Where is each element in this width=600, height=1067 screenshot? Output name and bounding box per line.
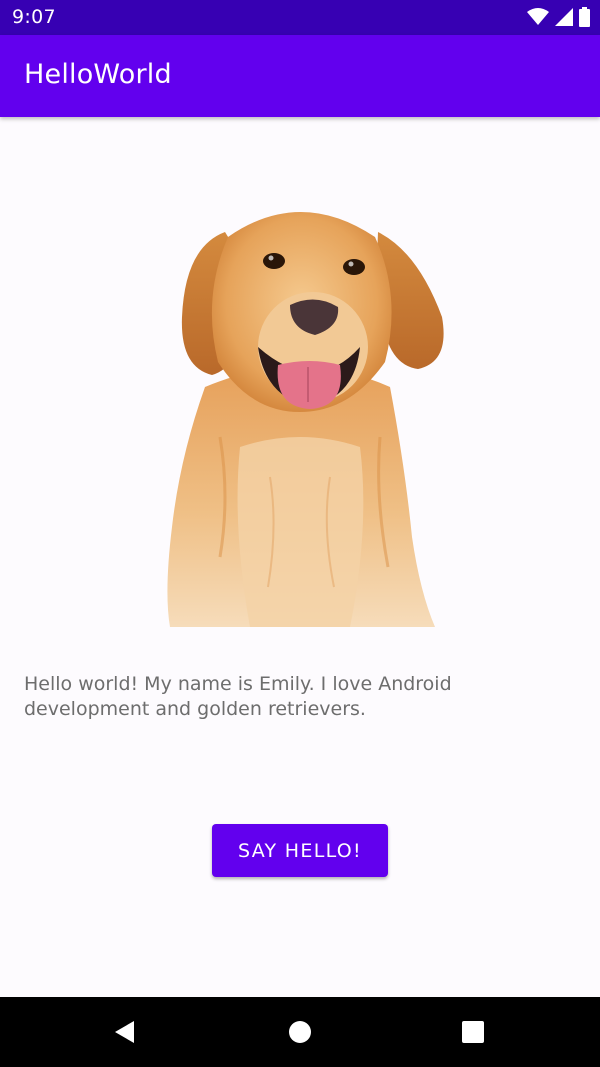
intro-text: Hello world! My name is Emily. I love An…: [24, 673, 452, 720]
status-icons: [527, 7, 590, 27]
wifi-icon: [527, 8, 549, 25]
back-icon[interactable]: [112, 1019, 138, 1045]
status-time: 9:07: [12, 6, 56, 28]
battery-icon: [579, 7, 590, 27]
recents-icon[interactable]: [460, 1019, 486, 1045]
say-hello-button[interactable]: SAY HELLO!: [212, 824, 388, 877]
app-title: HelloWorld: [24, 59, 172, 90]
app-bar: HelloWorld: [0, 35, 600, 117]
main-content: Hello world! My name is Emily. I love An…: [0, 117, 600, 997]
navigation-bar: [0, 997, 600, 1067]
cellular-signal-icon: [555, 8, 573, 26]
status-bar: 9:07: [0, 0, 600, 35]
golden-retriever-image: [167, 212, 444, 627]
home-icon[interactable]: [287, 1019, 313, 1045]
